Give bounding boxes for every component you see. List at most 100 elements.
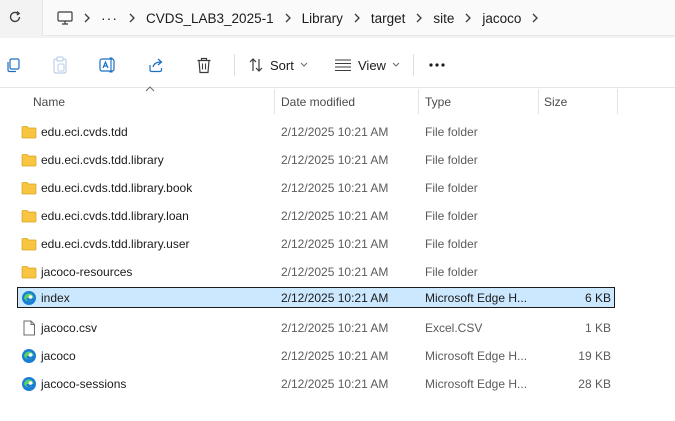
column-divider[interactable] (617, 89, 618, 114)
file-name: edu.eci.cvds.tdd.library.book (41, 181, 193, 195)
folder-icon (20, 146, 38, 174)
share-button[interactable] (147, 54, 165, 76)
edge-icon (20, 286, 38, 309)
file-size: 28 KB (578, 377, 611, 391)
toolbar-divider (413, 54, 414, 76)
file-row[interactable]: edu.eci.cvds.tdd 2/12/2025 10:21 AM File… (0, 118, 675, 146)
refresh-icon (9, 11, 21, 23)
file-size: 19 KB (578, 349, 611, 363)
sort-label: Sort (270, 57, 294, 73)
file-name: edu.eci.cvds.tdd.library.loan (41, 209, 189, 223)
column-divider[interactable] (418, 89, 419, 114)
refresh-button[interactable] (6, 8, 24, 26)
folder-icon (20, 230, 38, 258)
file-date: 2/12/2025 10:21 AM (281, 153, 389, 167)
column-header-type[interactable]: Type (425, 89, 451, 114)
trash-icon (197, 57, 211, 73)
file-name: edu.eci.cvds.tdd (41, 125, 128, 139)
file-name: jacoco (41, 349, 76, 363)
file-date: 2/12/2025 10:21 AM (281, 125, 389, 139)
paste-icon (53, 56, 67, 74)
file-row[interactable]: jacoco 2/12/2025 10:21 AM Microsoft Edge… (0, 342, 675, 370)
file-type: Microsoft Edge H... (425, 349, 528, 363)
sort-button[interactable]: Sort (248, 54, 308, 76)
column-header-size[interactable]: Size (544, 89, 567, 114)
chevron-right-icon[interactable] (278, 13, 298, 23)
file-size: 1 KB (584, 321, 611, 335)
file-type: Excel.CSV (425, 321, 483, 335)
breadcrumb-item[interactable]: jacoco (482, 11, 521, 26)
file-type: File folder (425, 181, 478, 195)
file-date: 2/12/2025 10:21 AM (281, 237, 389, 251)
folder-icon (20, 118, 38, 146)
file-size (540, 146, 611, 174)
file-date: 2/12/2025 10:21 AM (281, 290, 389, 305)
document-icon (20, 314, 38, 342)
chevron-right-icon[interactable] (77, 13, 97, 23)
file-size: 6 KB (584, 290, 611, 305)
column-header-date[interactable]: Date modified (281, 89, 355, 114)
file-type: File folder (425, 209, 478, 223)
rename-button[interactable] (99, 54, 117, 76)
edge-icon (20, 370, 38, 398)
chevron-right-icon[interactable] (458, 13, 478, 23)
file-type: File folder (425, 153, 478, 167)
file-row[interactable]: edu.eci.cvds.tdd.library.user 2/12/2025 … (0, 230, 675, 258)
file-row[interactable]: edu.eci.cvds.tdd.library.book 2/12/2025 … (0, 174, 675, 202)
sort-icon (249, 58, 263, 72)
address-box[interactable]: ··· CVDS_LAB3_2025-1 Library target site… (42, 0, 675, 36)
chevron-right-icon[interactable] (122, 13, 142, 23)
file-type: File folder (425, 237, 478, 251)
toolbar-divider (234, 54, 235, 76)
file-row-selected[interactable]: index 2/12/2025 10:21 AM Microsoft Edge … (0, 286, 675, 314)
column-divider[interactable] (538, 89, 539, 114)
chevron-down-icon (392, 62, 400, 67)
file-date: 2/12/2025 10:21 AM (281, 377, 389, 391)
breadcrumb: ··· CVDS_LAB3_2025-1 Library target site… (57, 0, 549, 36)
file-date: 2/12/2025 10:21 AM (281, 265, 389, 279)
rename-icon (99, 57, 115, 73)
chevron-right-icon[interactable] (525, 13, 545, 23)
more-locations-icon[interactable]: ··· (101, 10, 118, 26)
file-list: edu.eci.cvds.tdd 2/12/2025 10:21 AM File… (0, 118, 675, 398)
file-date: 2/12/2025 10:21 AM (281, 321, 389, 335)
edge-icon (20, 342, 38, 370)
file-type: File folder (425, 265, 478, 279)
column-divider[interactable] (274, 89, 275, 114)
more-options-button[interactable] (428, 54, 446, 76)
file-size (540, 118, 611, 146)
file-date: 2/12/2025 10:21 AM (281, 181, 389, 195)
file-row[interactable]: jacoco-resources 2/12/2025 10:21 AM File… (0, 258, 675, 286)
file-row[interactable]: edu.eci.cvds.tdd.library.loan 2/12/2025 … (0, 202, 675, 230)
column-headers: Name Date modified Type Size (0, 89, 675, 114)
breadcrumb-item[interactable]: Library (302, 11, 343, 26)
folder-icon (20, 202, 38, 230)
file-date: 2/12/2025 10:21 AM (281, 349, 389, 363)
file-row[interactable]: edu.eci.cvds.tdd.library 2/12/2025 10:21… (0, 146, 675, 174)
file-size (540, 174, 611, 202)
file-name: jacoco-resources (41, 265, 133, 279)
chevron-right-icon[interactable] (347, 13, 367, 23)
breadcrumb-item[interactable]: target (371, 11, 406, 26)
file-name: edu.eci.cvds.tdd.library (41, 153, 164, 167)
column-header-name[interactable]: Name (33, 89, 65, 114)
chevron-down-icon (300, 62, 308, 67)
file-type: File folder (425, 125, 478, 139)
delete-button[interactable] (196, 54, 212, 76)
more-icon (429, 63, 445, 67)
file-row[interactable]: jacoco-sessions 2/12/2025 10:21 AM Micro… (0, 370, 675, 398)
view-label: View (358, 57, 386, 73)
file-type: Microsoft Edge H... (425, 377, 528, 391)
this-pc-icon[interactable] (57, 11, 73, 25)
folder-icon (20, 258, 38, 286)
file-name: edu.eci.cvds.tdd.library.user (41, 237, 190, 251)
copy-button[interactable] (5, 54, 21, 76)
view-list-icon (335, 59, 351, 72)
paste-button[interactable] (52, 54, 68, 76)
file-row[interactable]: jacoco.csv 2/12/2025 10:21 AM Excel.CSV … (0, 314, 675, 342)
view-button[interactable]: View (334, 54, 400, 76)
breadcrumb-item[interactable]: site (433, 11, 454, 26)
file-date: 2/12/2025 10:21 AM (281, 209, 389, 223)
chevron-right-icon[interactable] (409, 13, 429, 23)
breadcrumb-item[interactable]: CVDS_LAB3_2025-1 (146, 11, 274, 26)
